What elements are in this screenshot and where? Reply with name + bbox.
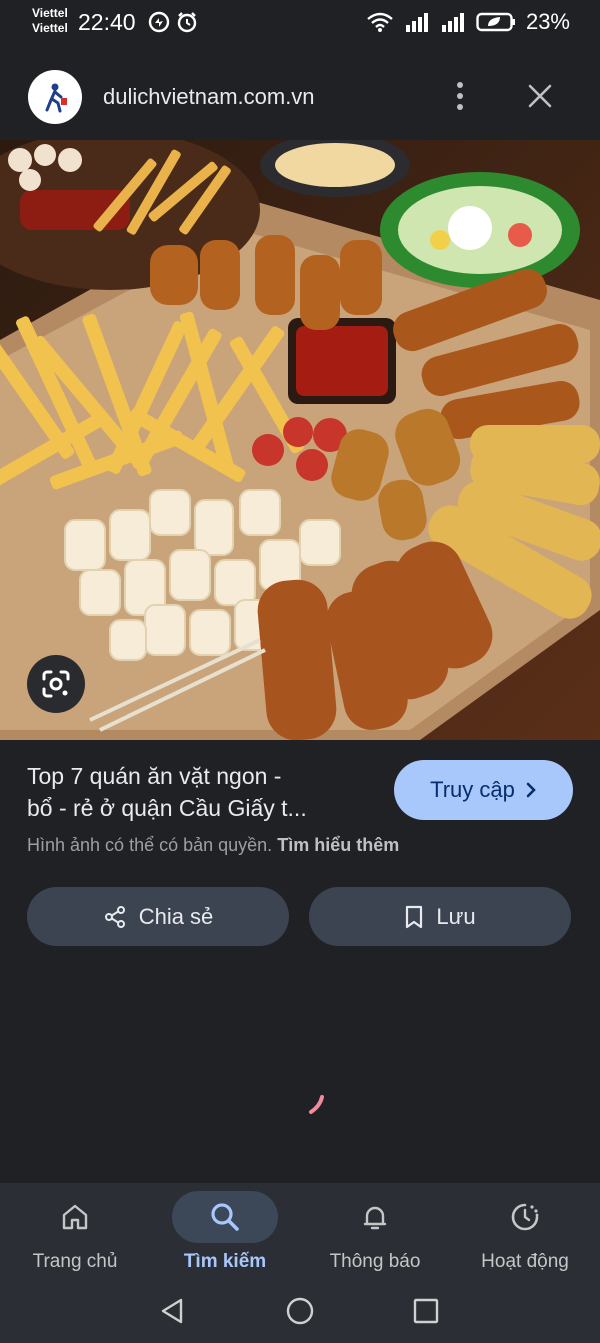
loading-spinner-icon: [309, 1095, 324, 1114]
more-options-button[interactable]: [446, 78, 474, 114]
share-button[interactable]: Chia sẻ: [27, 887, 289, 946]
status-bar: Viettel Viettel 22:40 23%: [0, 0, 600, 46]
data-saver-icon: [148, 11, 170, 33]
system-navigation-bar: [0, 1279, 600, 1343]
visit-button[interactable]: Truy cập: [394, 760, 573, 820]
home-icon: [62, 1204, 88, 1230]
close-button[interactable]: [522, 78, 558, 114]
bookmark-icon: [406, 905, 423, 928]
result-title-line-2: bổ - rẻ ở quận Cầu Giấy t...: [27, 795, 307, 821]
bell-icon: [363, 1206, 387, 1230]
carrier-names: Viettel Viettel: [32, 6, 68, 36]
result-image[interactable]: [0, 140, 600, 740]
signal-icon-2: [441, 13, 464, 32]
nav-item-activity[interactable]: Hoạt động: [450, 1183, 600, 1279]
viewer-header: dulichvietnam.com.vn: [0, 46, 600, 140]
close-icon: [528, 84, 552, 108]
carrier-1: Viettel: [32, 6, 68, 20]
bottom-navigation: Trang chủ Tìm kiếm Thông báo Hoạt động: [0, 1183, 600, 1279]
copyright-text: Hình ảnh có thể có bản quyền.: [27, 835, 273, 855]
nav-icon-container: [472, 1191, 578, 1243]
food-platter-picture: [0, 140, 600, 740]
nav-icon-container: [322, 1191, 428, 1243]
status-system-icons: 23%: [366, 9, 570, 35]
share-label: Chia sẻ: [138, 903, 214, 929]
home-circle-icon: [286, 1297, 314, 1325]
signal-icon-1: [405, 13, 428, 32]
activity-icon: [511, 1203, 539, 1231]
save-button[interactable]: Lưu: [309, 887, 571, 946]
carrier-2: Viettel: [32, 21, 68, 35]
back-button[interactable]: [154, 1293, 190, 1329]
nav-item-home[interactable]: Trang chủ: [0, 1183, 150, 1279]
result-title[interactable]: Top 7 quán ăn vặt ngon - bổ - rẻ ở quận …: [27, 760, 372, 824]
home-system-button[interactable]: [282, 1293, 318, 1329]
alarm-icon: [177, 12, 197, 33]
recents-square-icon: [413, 1298, 439, 1324]
search-icon: [211, 1203, 239, 1231]
learn-more-link[interactable]: Tìm hiểu thêm: [277, 835, 399, 855]
nav-item-notifications[interactable]: Thông báo: [300, 1183, 450, 1279]
wifi-icon: [367, 12, 393, 32]
nav-label-home: Trang chủ: [32, 1251, 118, 1272]
google-lens-icon: [42, 670, 70, 698]
nav-item-search[interactable]: Tìm kiếm: [150, 1183, 300, 1279]
more-vert-icon: [457, 82, 463, 110]
nav-icon-container: [22, 1191, 128, 1243]
back-triangle-icon: [161, 1298, 183, 1324]
clock: 22:40: [78, 9, 136, 35]
share-icon: [104, 905, 125, 928]
visit-label: Truy cập: [430, 777, 515, 802]
hiker-logo-icon: [45, 83, 67, 113]
site-logo[interactable]: [28, 70, 82, 124]
result-title-line-1: Top 7 quán ăn vặt ngon -: [27, 763, 282, 789]
recents-button[interactable]: [408, 1293, 444, 1329]
status-notification-icons: [148, 11, 198, 33]
nav-label-search: Tìm kiếm: [183, 1251, 267, 1272]
battery-percent: 23%: [525, 9, 570, 34]
save-label: Lưu: [436, 903, 476, 929]
nav-label-activity: Hoạt động: [481, 1251, 569, 1272]
battery-icon: [476, 12, 515, 32]
lens-search-button[interactable]: [27, 655, 85, 713]
nav-label-notifications: Thông báo: [329, 1251, 421, 1272]
site-name[interactable]: dulichvietnam.com.vn: [103, 84, 315, 110]
nav-icon-container: [172, 1191, 278, 1243]
chevron-right-icon: [526, 782, 536, 798]
copyright-notice: Hình ảnh có thể có bản quyền. Tìm hiểu t…: [27, 835, 399, 856]
